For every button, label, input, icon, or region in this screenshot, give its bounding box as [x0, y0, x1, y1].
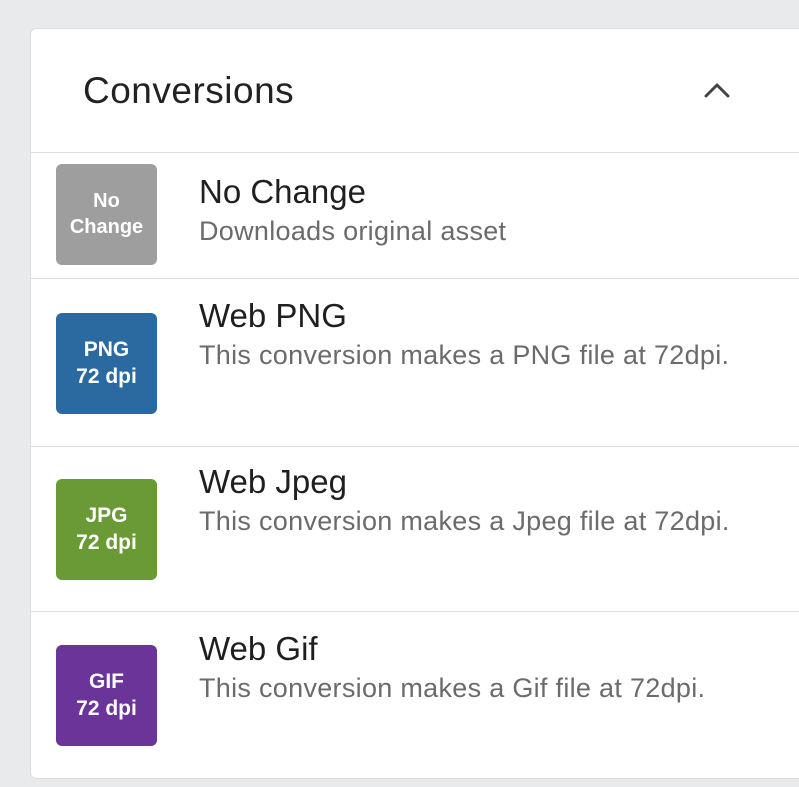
- badge-line2: 72 dpi: [76, 530, 137, 554]
- badge-line2: 72 dpi: [76, 696, 137, 720]
- chevron-up-icon[interactable]: [703, 81, 731, 99]
- conversion-description: This conversion makes a Gif file at 72dp…: [199, 673, 706, 703]
- conversions-header[interactable]: Conversions: [31, 29, 799, 153]
- conversion-option-web-gif[interactable]: GIF 72 dpi Web Gif This conversion makes…: [31, 612, 799, 778]
- conversion-option-no-change[interactable]: No Change No Change Downloads original a…: [31, 153, 799, 279]
- conversion-description: This conversion makes a Jpeg file at 72d…: [199, 506, 730, 536]
- conversion-option-web-png[interactable]: PNG 72 dpi Web PNG This conversion makes…: [31, 279, 799, 447]
- badge-line1: GIF: [89, 669, 124, 693]
- png-badge: PNG 72 dpi: [56, 313, 157, 414]
- conversion-option-web-jpeg[interactable]: JPG 72 dpi Web Jpeg This conversion make…: [31, 447, 799, 612]
- gif-badge: GIF 72 dpi: [56, 645, 157, 746]
- conversion-title: Web Gif: [199, 630, 318, 667]
- conversion-title: Web Jpeg: [199, 463, 347, 500]
- conversion-title: Web PNG: [199, 297, 347, 334]
- badge-line1: No: [93, 189, 120, 212]
- conversion-description: Downloads original asset: [199, 216, 507, 246]
- no-change-badge: No Change: [56, 164, 157, 265]
- panel-title: Conversions: [83, 69, 295, 111]
- conversion-title: No Change: [199, 173, 366, 210]
- conversions-panel: Conversions No Change No Change Download…: [30, 28, 799, 779]
- badge-line1: JPG: [85, 503, 128, 527]
- badge-line2: 72 dpi: [76, 364, 137, 388]
- jpg-badge: JPG 72 dpi: [56, 479, 157, 580]
- badge-line2: Change: [69, 215, 144, 238]
- badge-line1: PNG: [83, 337, 130, 361]
- conversion-description: This conversion makes a PNG file at 72dp…: [199, 340, 730, 370]
